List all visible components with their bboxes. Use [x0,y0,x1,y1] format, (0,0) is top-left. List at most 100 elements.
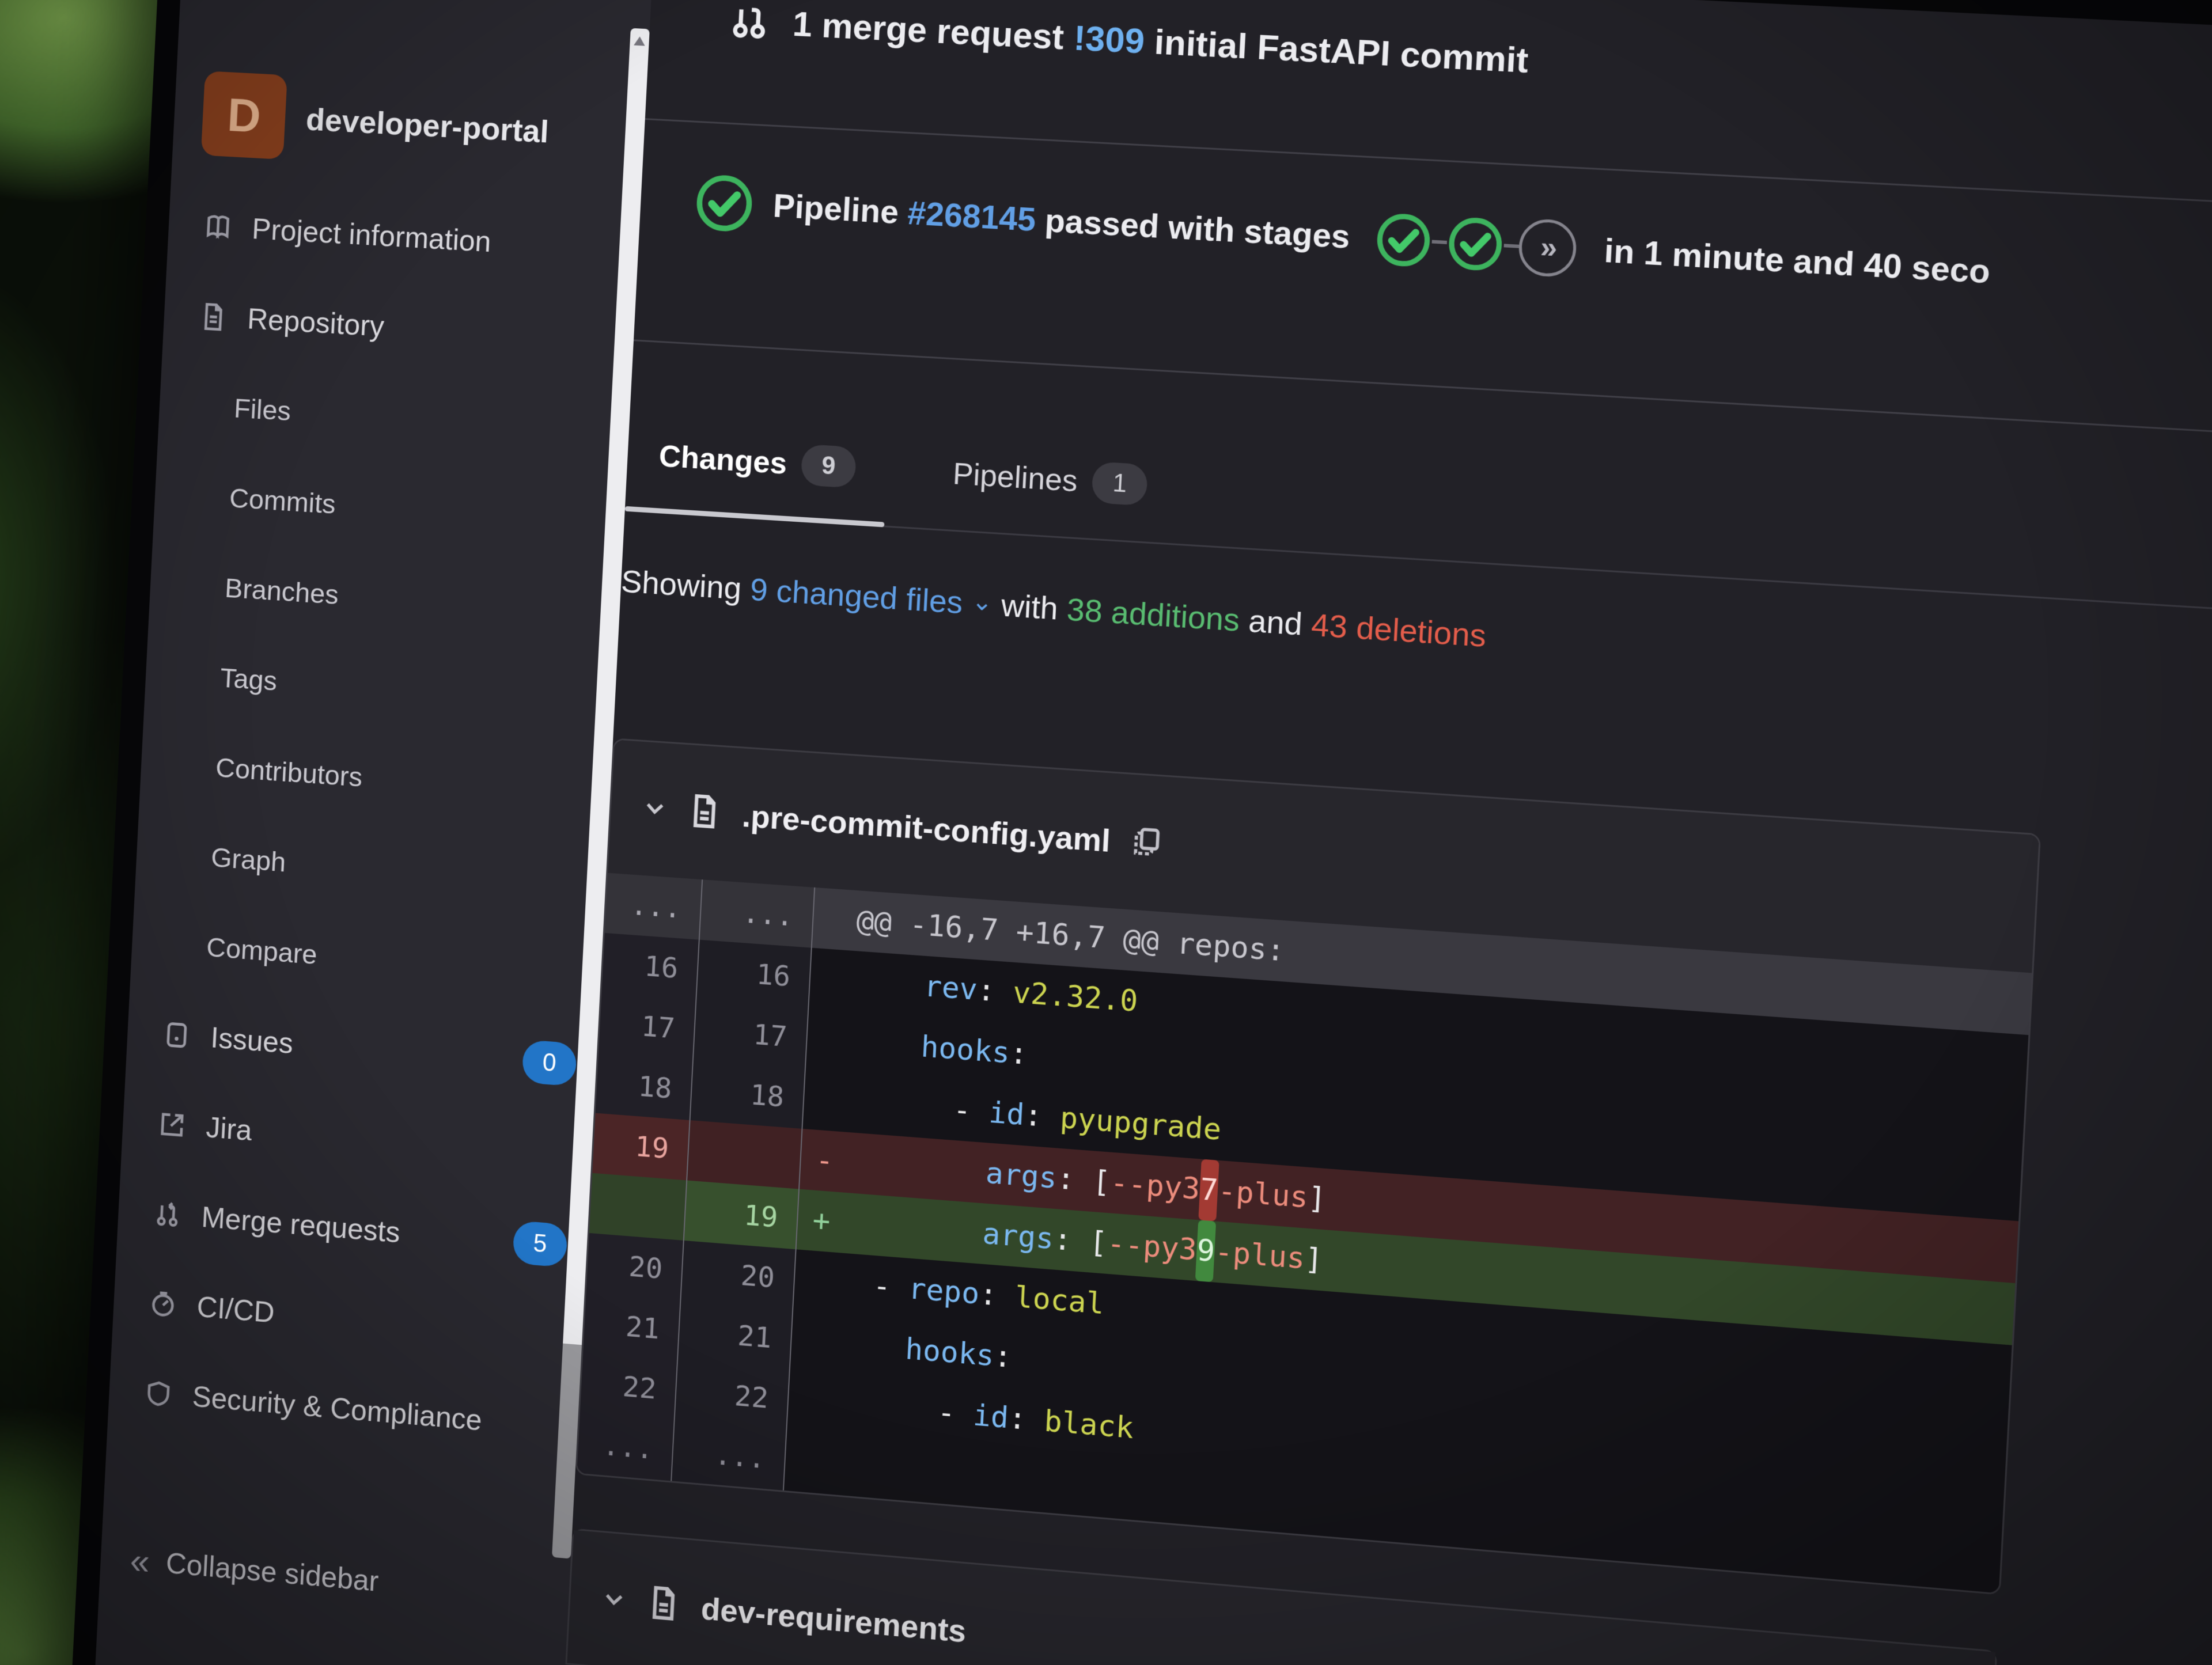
diff-table: ...... @@ -16,7 +16,7 @@ repos: 16 16 rev… [577,873,2032,1594]
new-line-number[interactable]: 16 [696,939,812,1008]
old-line-number[interactable] [589,1173,688,1241]
code-token: args [984,1156,1058,1196]
tab-count-badge: 1 [1091,461,1149,506]
code-token: --py3 [1109,1165,1201,1207]
tab-pipelines[interactable]: Pipelines 1 [918,451,1180,543]
file-icon [686,792,723,833]
chevron-down-icon: ⌄ [971,587,994,617]
diff-marker: - [815,1143,835,1179]
pipeline-passed-icon [693,171,756,234]
sidebar-nav: Project information Repository Files Com… [107,180,620,1473]
diff-marker [809,948,855,1011]
code-token: repo [907,1271,980,1311]
sidebar-item-label: Branches [224,572,340,610]
pipeline-label-prefix: Pipeline [772,187,909,232]
file-name[interactable]: dev-requirements [700,1590,967,1649]
main-content: Search G 1 merge request !309 initial Fa… [555,0,2212,1665]
pipeline-text: Pipeline #268145 passed with stages [772,187,1351,256]
changed-files-dropdown[interactable]: 9 changed files ⌄ [749,571,994,622]
old-line-number[interactable]: 19 [592,1113,691,1181]
sidebar-project[interactable]: D developer-portal [200,71,646,179]
repository-icon [198,300,230,333]
code-token: local [1014,1280,1105,1322]
sidebar-item-label: CI/CD [196,1290,275,1330]
stage-skipped-icon[interactable]: » [1517,218,1578,278]
copy-path-icon[interactable] [1130,825,1164,862]
sidebar: SPATIAL WEB D developer-portal Project i… [87,0,654,1665]
code-token: ] [1307,1180,1327,1217]
new-line-number[interactable]: 18 [690,1060,806,1129]
code-token: black [1043,1404,1135,1446]
code-token: args [982,1216,1055,1257]
stage-connector [1431,240,1448,244]
old-line-number[interactable]: 16 [601,932,700,1000]
sidebar-item-label: Graph [210,842,287,878]
code-token: hooks [904,1332,995,1374]
old-line-number[interactable]: 20 [586,1232,684,1301]
sidebar-item-label: Jira [205,1111,253,1147]
chevron-down-icon[interactable] [642,795,668,824]
file-icon [645,1584,682,1625]
code-token: rev [923,969,979,1007]
new-line-number[interactable] [687,1120,803,1189]
merge-request-icon [728,0,771,44]
old-line-number[interactable]: 22 [579,1353,678,1421]
issues-count-badge: 0 [521,1039,578,1087]
old-line-number[interactable]: 17 [599,993,697,1060]
sidebar-item-label: Files [233,393,292,427]
sidebar-item-label: Repository [247,302,385,343]
project-information-icon [202,210,234,244]
new-line-number[interactable]: 21 [677,1300,794,1370]
sidebar-item-label: Compare [206,932,318,970]
sidebar-item-label: Merge requests [200,1201,401,1249]
stage-passed-icon[interactable] [1374,210,1434,270]
new-line-number[interactable]: 19 [684,1180,800,1250]
new-line-number[interactable]: 22 [675,1360,790,1431]
code-token: ] [1304,1241,1324,1278]
old-line-number: ... [604,873,703,940]
code-token: - [952,1093,990,1130]
code-token: : [1023,1098,1061,1135]
code-token: hooks [920,1029,1011,1071]
sidebar-item-label: Issues [210,1021,294,1060]
changed-files-label: 9 changed files [749,571,964,621]
project-name: developer-portal [305,100,550,149]
code-token: v2.32.0 [1012,975,1139,1019]
new-line-number: ... [672,1421,787,1490]
diff-marker [812,888,858,951]
sidebar-item-label: Project information [251,213,492,259]
code-token: : [978,1277,1016,1314]
tab-count-badge: 9 [800,443,857,488]
pipeline-duration: in 1 minute and 40 seco [1603,232,1991,291]
deletions-count: 43 deletions [1310,606,1487,654]
code-token: --py3 [1106,1226,1198,1268]
stage-passed-icon[interactable] [1446,214,1506,274]
new-line-number[interactable]: 17 [693,1000,809,1069]
sidebar-item-label: Commits [228,483,336,520]
code-token: -plus [1214,1234,1306,1276]
tab-label: Changes [658,438,788,481]
old-line-number[interactable]: 21 [583,1293,681,1361]
pipeline-id-link[interactable]: #268145 [907,194,1037,238]
chevron-double-left-icon: « [129,1539,151,1582]
sidebar-item-label: Tags [219,662,278,697]
pipeline-stages: » [1374,210,1578,278]
diff-marker [790,1310,836,1374]
merge-request-link[interactable]: !309 [1073,18,1146,62]
new-line-number[interactable]: 20 [681,1240,797,1310]
chevron-down-icon[interactable] [601,1586,627,1615]
file-name[interactable]: .pre-commit-config.yaml [741,797,1111,859]
summary-mid: with [991,586,1068,627]
code-token: id [972,1398,1010,1436]
code-token: : [993,1338,1013,1375]
tab-changes[interactable]: Changes 9 [625,434,888,526]
additions-count: 38 additions [1066,590,1241,638]
diff-marker [784,1430,830,1494]
old-line-number[interactable]: 18 [595,1053,694,1121]
collapse-sidebar-button[interactable]: « Collapse sidebar [99,1512,381,1626]
code-token: : [976,973,1014,1010]
